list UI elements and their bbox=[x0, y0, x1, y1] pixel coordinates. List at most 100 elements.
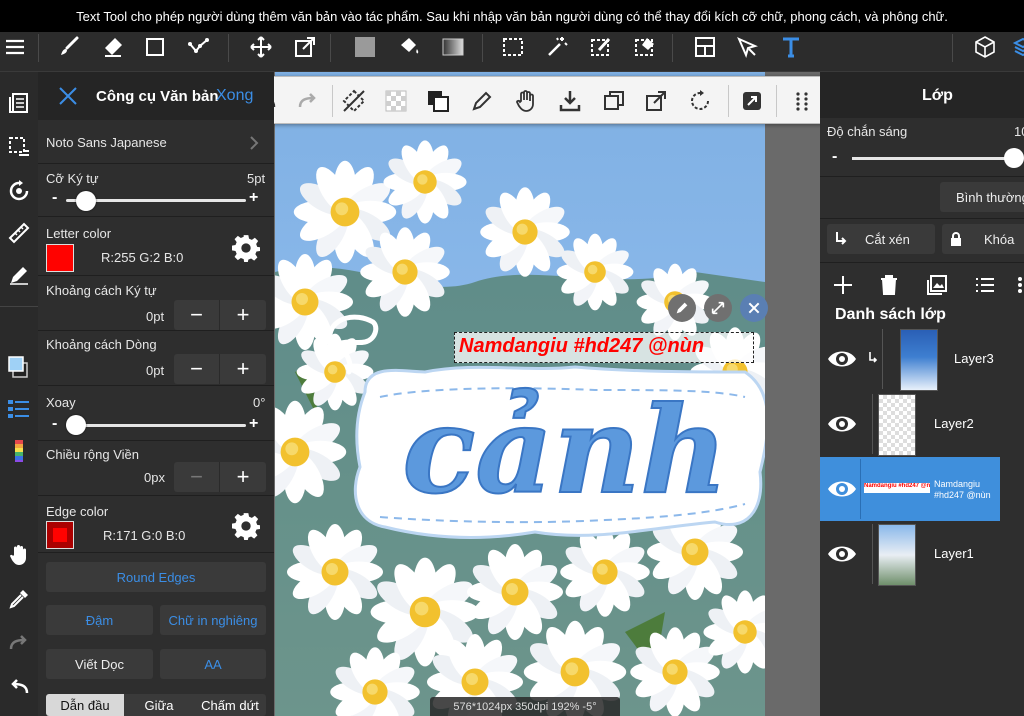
blend-mode-button[interactable]: Bình thường bbox=[940, 182, 1024, 212]
more-grid-icon[interactable] bbox=[788, 87, 816, 115]
redo-icon[interactable] bbox=[4, 628, 34, 658]
opacity-slider[interactable] bbox=[852, 157, 1020, 160]
rotate-increase[interactable]: + bbox=[249, 415, 258, 433]
layer-row[interactable]: Layer1 bbox=[820, 522, 1024, 586]
resize-text-handle[interactable] bbox=[704, 294, 732, 322]
color-swatch-icon[interactable] bbox=[4, 352, 34, 382]
polyline-tool-icon[interactable] bbox=[184, 32, 214, 62]
menu-icon[interactable] bbox=[0, 32, 30, 62]
rotate-icon[interactable] bbox=[686, 87, 714, 115]
pen-icon[interactable] bbox=[468, 87, 496, 115]
add-layer-icon[interactable] bbox=[832, 274, 854, 296]
eye-icon[interactable] bbox=[826, 343, 858, 375]
char-spacing-decrease[interactable]: − bbox=[174, 300, 220, 330]
font-size-knob[interactable] bbox=[76, 191, 96, 211]
gear-icon[interactable] bbox=[232, 234, 260, 262]
align-center[interactable]: Giữa bbox=[124, 694, 194, 716]
brush-size-icon[interactable] bbox=[4, 394, 34, 424]
align-end[interactable]: Chấm dứt bbox=[194, 694, 266, 716]
select-rect-icon[interactable] bbox=[498, 32, 528, 62]
palette-icon[interactable] bbox=[4, 436, 34, 466]
delete-text-handle[interactable] bbox=[740, 294, 768, 322]
gear-icon[interactable] bbox=[232, 512, 260, 540]
layer-name: Layer1 bbox=[934, 546, 974, 561]
opacity-knob[interactable] bbox=[1004, 148, 1024, 168]
layers-stack-icon[interactable] bbox=[1008, 32, 1024, 62]
round-edges-button[interactable]: Round Edges bbox=[46, 562, 266, 592]
border-width-increase[interactable]: + bbox=[220, 462, 266, 492]
rotate-decrease[interactable]: - bbox=[52, 415, 57, 433]
letter-color-swatch[interactable] bbox=[46, 244, 74, 272]
font-name: Noto Sans Japanese bbox=[46, 135, 167, 150]
text-object[interactable]: Namdangiu #hd247 @nùn bbox=[454, 332, 754, 363]
artwork-photo[interactable]: cảnh bbox=[275, 72, 765, 716]
selection-menu-icon[interactable] bbox=[4, 132, 34, 162]
hand-icon[interactable] bbox=[512, 87, 540, 115]
font-size-decrease[interactable]: - bbox=[52, 189, 57, 207]
operation-icon[interactable] bbox=[732, 32, 762, 62]
vertical-writing-button[interactable]: Viết Dọc bbox=[46, 649, 153, 679]
redo-icon[interactable] bbox=[294, 87, 322, 115]
3d-model-icon[interactable] bbox=[970, 32, 1000, 62]
pages-icon[interactable] bbox=[4, 88, 34, 118]
invert-selection-icon[interactable] bbox=[424, 87, 452, 115]
lock-button[interactable]: Khóa bbox=[942, 224, 1024, 254]
eye-icon[interactable] bbox=[826, 408, 858, 440]
import-icon[interactable] bbox=[556, 87, 584, 115]
select-eraser-icon[interactable] bbox=[630, 32, 660, 62]
frame-divider-icon[interactable] bbox=[690, 32, 720, 62]
rotate-canvas-icon[interactable] bbox=[4, 176, 34, 206]
text-tool-icon[interactable] bbox=[776, 32, 806, 62]
edge-color-swatch[interactable] bbox=[46, 521, 74, 549]
layer-row[interactable]: Layer3 bbox=[820, 327, 1024, 391]
align-start[interactable]: Dẫn đầu bbox=[46, 694, 124, 716]
gradient-icon[interactable] bbox=[438, 32, 468, 62]
export-icon[interactable] bbox=[738, 87, 766, 115]
bucket-icon[interactable] bbox=[394, 32, 424, 62]
layer-list-icon[interactable] bbox=[974, 274, 996, 296]
font-selector[interactable]: Noto Sans Japanese bbox=[38, 122, 274, 164]
edit-text-handle[interactable] bbox=[668, 294, 696, 322]
border-width-decrease[interactable]: − bbox=[174, 462, 220, 492]
layer-image-icon[interactable] bbox=[926, 274, 948, 296]
eraser-icon[interactable] bbox=[98, 32, 128, 62]
move-icon[interactable] bbox=[246, 32, 276, 62]
line-spacing-increase[interactable]: + bbox=[220, 354, 266, 384]
antialias-button[interactable]: AA bbox=[160, 649, 266, 679]
line-spacing-stepper: − + bbox=[174, 354, 266, 384]
duplicate-icon[interactable] bbox=[600, 87, 628, 115]
clip-button[interactable]: Cắt xén bbox=[827, 224, 935, 254]
eye-icon[interactable] bbox=[826, 473, 858, 505]
brush-icon[interactable] bbox=[54, 32, 84, 62]
done-button[interactable]: Xong bbox=[216, 87, 253, 105]
ruler-icon[interactable] bbox=[4, 218, 34, 248]
magic-wand-icon[interactable] bbox=[542, 32, 572, 62]
font-size-increase[interactable]: + bbox=[249, 189, 258, 207]
transform-icon[interactable] bbox=[290, 32, 320, 62]
text-tool-panel: Công cụ Văn bản Xong Noto Sans Japanese … bbox=[38, 72, 274, 716]
more-icon[interactable] bbox=[1016, 274, 1024, 296]
fill-color-icon[interactable] bbox=[350, 32, 380, 62]
eyedropper-icon[interactable] bbox=[4, 584, 34, 614]
pen-snap-icon[interactable] bbox=[4, 260, 34, 290]
rotate-knob[interactable] bbox=[66, 415, 86, 435]
layer-panel: Lớp Độ chắn sáng 100% - Bình thường Cắt … bbox=[820, 72, 1024, 716]
layer-row[interactable]: Layer2 bbox=[820, 392, 1024, 456]
bold-button[interactable]: Đậm bbox=[46, 605, 153, 635]
transform-icon[interactable] bbox=[642, 87, 670, 115]
close-icon[interactable] bbox=[56, 84, 80, 108]
hand-icon[interactable] bbox=[4, 540, 34, 570]
deselect-icon[interactable] bbox=[340, 87, 368, 115]
layer-row-selected[interactable]: Namdangiu #hd247 @nùn Namdangiu #hd247 @… bbox=[820, 457, 1000, 521]
char-spacing-increase[interactable]: + bbox=[220, 300, 266, 330]
eye-icon[interactable] bbox=[826, 538, 858, 570]
italic-button[interactable]: Chữ in nghiêng bbox=[160, 605, 266, 635]
transparent-icon[interactable] bbox=[382, 87, 410, 115]
rotate-slider[interactable] bbox=[66, 424, 246, 427]
trash-icon[interactable] bbox=[878, 274, 900, 296]
line-spacing-decrease[interactable]: − bbox=[174, 354, 220, 384]
opacity-decrease[interactable]: - bbox=[832, 148, 837, 166]
undo-icon[interactable] bbox=[4, 672, 34, 702]
select-pen-icon[interactable] bbox=[586, 32, 616, 62]
shape-tool-icon[interactable] bbox=[140, 32, 170, 62]
